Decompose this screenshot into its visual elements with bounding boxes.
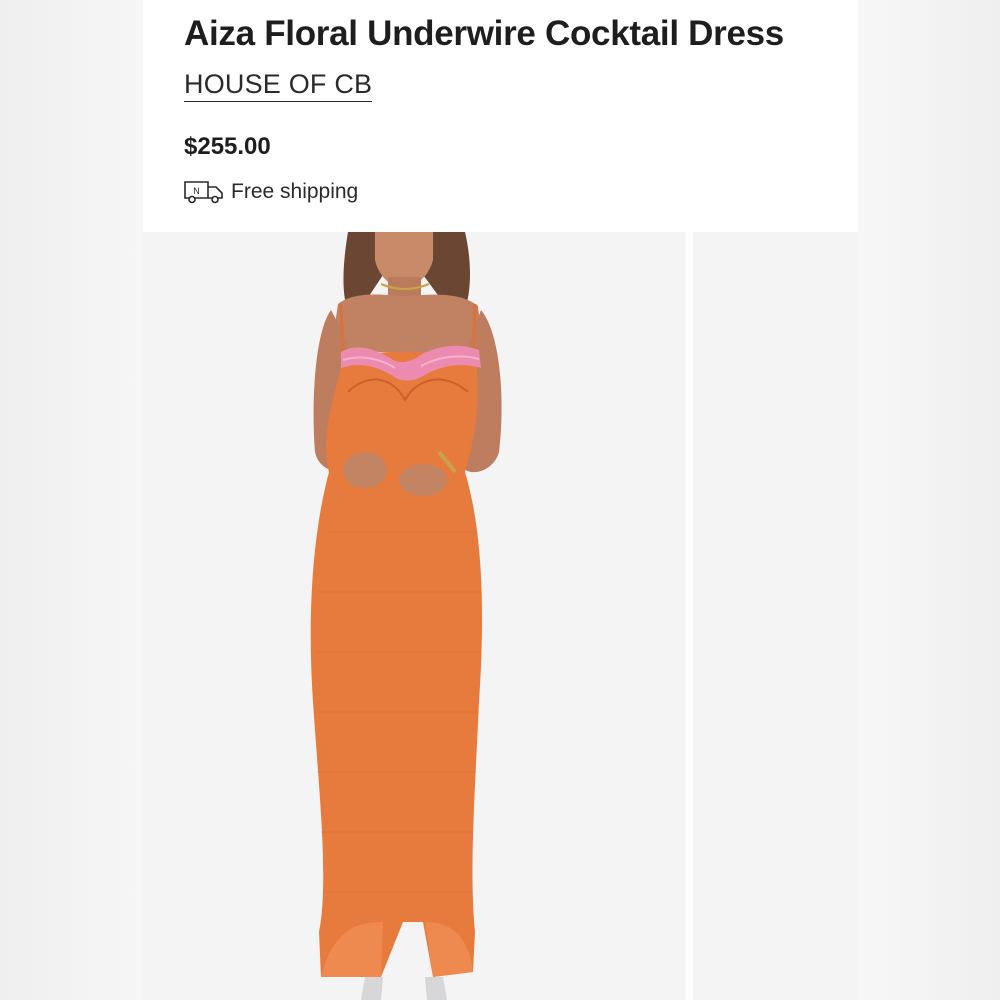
gallery-divider: [686, 232, 693, 1000]
shipping-info: N Free shipping: [183, 179, 358, 205]
product-title: Aiza Floral Underwire Cocktail Dress: [184, 14, 784, 53]
product-panel: Aiza Floral Underwire Cocktail Dress HOU…: [143, 0, 858, 1000]
blurred-background-right: [858, 0, 1000, 1000]
delivery-truck-icon: N: [184, 181, 223, 204]
brand-link[interactable]: HOUSE OF CB: [184, 68, 373, 102]
product-price: $255.00: [184, 133, 271, 160]
product-main-photo[interactable]: [143, 232, 686, 1000]
svg-text:N: N: [193, 186, 200, 196]
dress-model-illustration: [310, 232, 502, 1000]
product-header: Aiza Floral Underwire Cocktail Dress HOU…: [143, 0, 858, 232]
shipping-label: Free shipping: [231, 180, 359, 203]
blurred-background-left: [0, 0, 143, 1000]
product-next-photo[interactable]: [693, 232, 858, 1000]
